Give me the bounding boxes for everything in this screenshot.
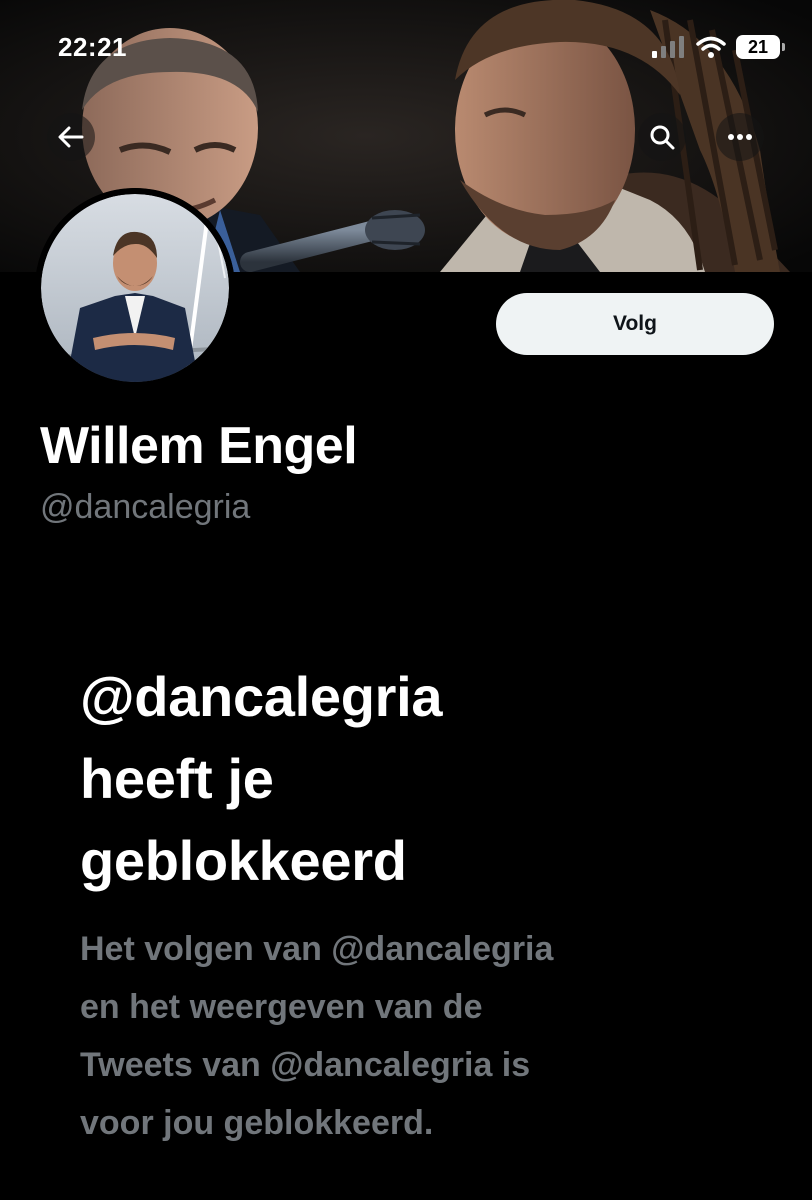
avatar[interactable] <box>35 188 235 388</box>
avatar-image <box>35 188 235 388</box>
more-horizontal-icon <box>728 134 752 140</box>
arrow-left-icon <box>58 126 84 148</box>
search-button[interactable] <box>638 113 686 161</box>
blocked-description-line: voor jou geblokkeerd. <box>80 1104 434 1142</box>
blocked-heading-line: geblokkeerd <box>80 829 407 892</box>
blocked-description: Het volgen van @dancalegria en het weerg… <box>80 920 800 1152</box>
search-icon <box>650 125 675 150</box>
status-bar: 22:21 21 <box>0 0 812 80</box>
more-options-button[interactable] <box>716 113 764 161</box>
handle: @dancalegria <box>40 488 251 526</box>
blocked-description-line: Het volgen van @dancalegria <box>80 930 554 968</box>
status-icons: 21 <box>652 32 785 62</box>
wifi-icon <box>696 36 726 58</box>
status-time: 22:21 <box>58 32 127 62</box>
blocked-heading-line: heeft je <box>80 747 274 810</box>
blocked-heading: @dancalegria heeft je geblokkeerd <box>80 656 780 902</box>
blocked-description-line: en het weergeven van de <box>80 988 483 1026</box>
signal-icon <box>652 36 684 58</box>
battery-icon: 21 <box>736 35 785 59</box>
blocked-description-line: Tweets van @dancalegria is <box>80 1046 531 1084</box>
follow-button[interactable]: Volg <box>496 293 774 355</box>
blocked-heading-line: @dancalegria <box>80 665 443 728</box>
back-button[interactable] <box>47 113 95 161</box>
display-name: Willem Engel <box>40 417 358 475</box>
